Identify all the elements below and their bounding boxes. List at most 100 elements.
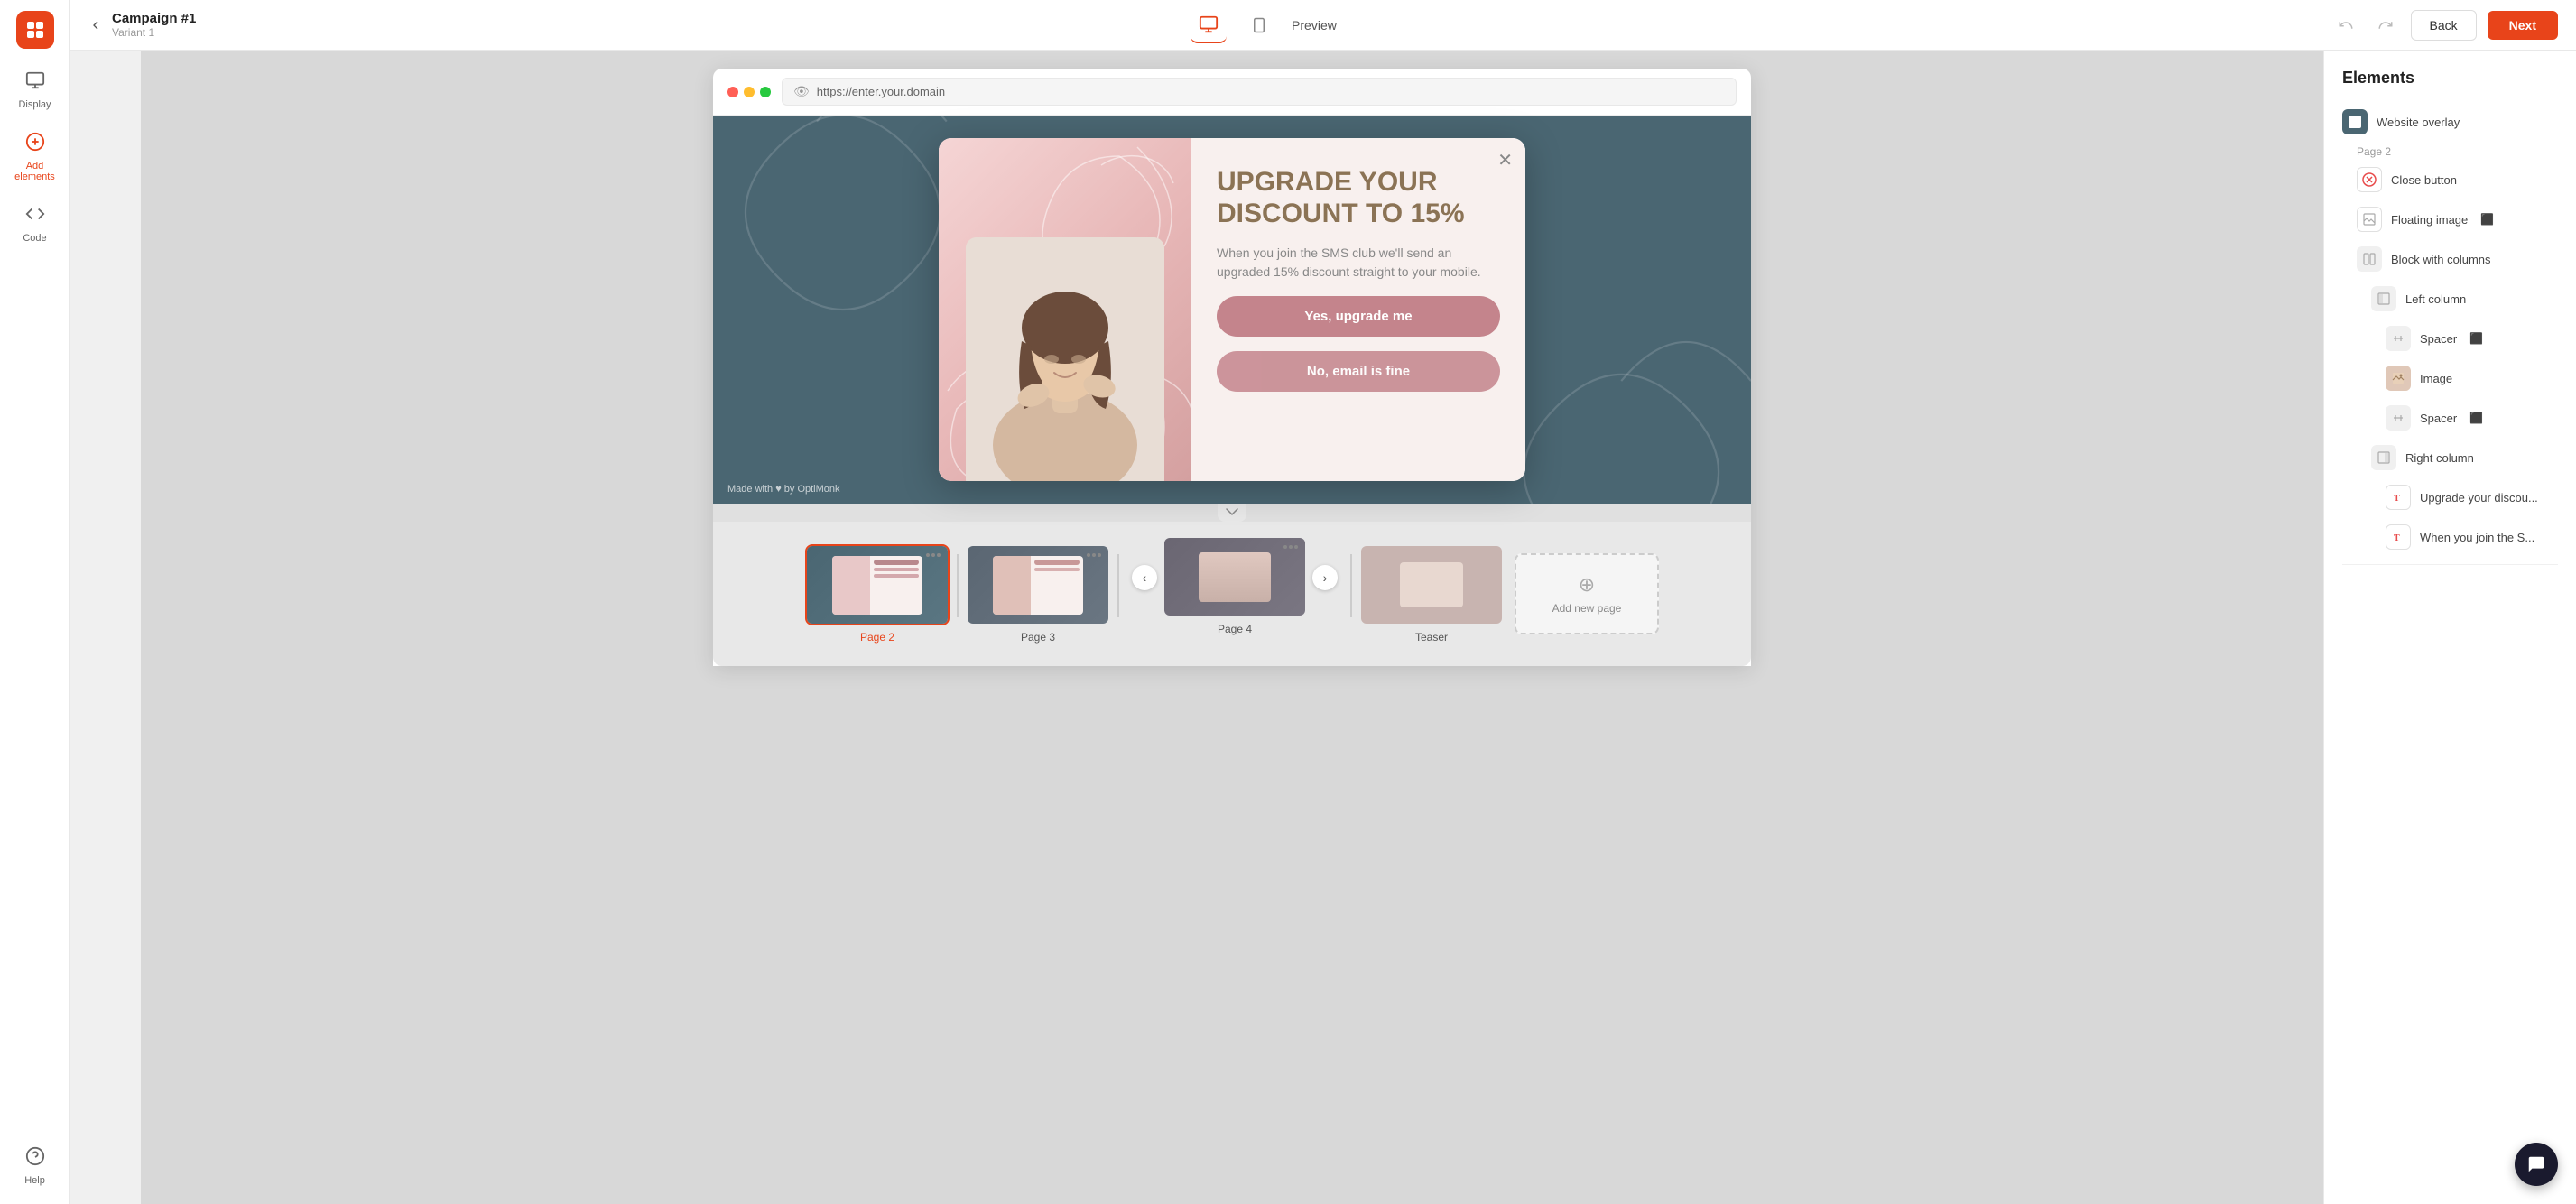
chat-bubble-button[interactable] — [2515, 1143, 2558, 1186]
page-divider-2 — [1117, 554, 1119, 617]
popup-overlay: ✕ UPGRADE YOUR DISCOUNT TO 15% When you … — [713, 116, 1751, 504]
close-button-icon — [2357, 167, 2382, 192]
spacer-2-label: Spacer — [2420, 412, 2457, 425]
desktop-device-btn[interactable] — [1191, 7, 1227, 43]
svg-text:T: T — [2394, 533, 2400, 543]
image-icon — [2386, 366, 2411, 391]
left-sidebar: Display Add elements Code Help — [0, 0, 70, 1204]
floating-image-icon — [2357, 207, 2382, 232]
popup-left — [939, 138, 1191, 481]
website-overlay-label: Website overlay — [2377, 116, 2460, 129]
right-panel: Elements Website overlay Page 2 Close bu… — [2323, 51, 2576, 1204]
element-close-button[interactable]: Close button — [2324, 160, 2576, 199]
panel-divider — [2342, 564, 2558, 565]
dot-red — [727, 87, 738, 97]
element-block-2-columns[interactable]: Block with columns — [2324, 239, 2576, 279]
browser-dots — [727, 87, 771, 97]
element-upgrade-text[interactable]: T Upgrade your discou... — [2324, 477, 2576, 517]
popup-subtext: When you join the SMS club we'll send an… — [1217, 244, 1500, 282]
upgrade-text-icon: T — [2386, 485, 2411, 510]
add-page-label: Add new page — [1552, 602, 1622, 615]
add-elements-icon — [25, 132, 45, 157]
dot-green — [760, 87, 771, 97]
floating-image-device-icon: ⬛ — [2480, 213, 2494, 226]
browser-address-bar[interactable]: 👁 https://enter.your.domain — [782, 78, 1737, 106]
element-when-text[interactable]: T When you join the S... — [2324, 517, 2576, 557]
popup-heading: UPGRADE YOUR DISCOUNT TO 15% — [1217, 167, 1500, 229]
element-spacer-1[interactable]: Spacer ⬛ — [2324, 319, 2576, 358]
left-column-label: Left column — [2405, 292, 2466, 306]
model-svg — [966, 237, 1164, 481]
code-label: Code — [23, 233, 46, 244]
page-2-section-label: Page 2 — [2324, 142, 2576, 160]
dot-yellow — [744, 87, 755, 97]
popup-close-button[interactable]: ✕ — [1497, 149, 1513, 171]
add-elements-label: Add elements — [12, 161, 59, 182]
collapse-button[interactable] — [1218, 504, 1246, 522]
element-left-column[interactable]: Left column — [2324, 279, 2576, 319]
when-text-icon: T — [2386, 524, 2411, 550]
watermark: Made with ♥ by OptiMonk — [727, 484, 840, 495]
page-divider-1 — [957, 554, 959, 617]
redo-button[interactable] — [2371, 11, 2400, 40]
popup-right: ✕ UPGRADE YOUR DISCOUNT TO 15% When you … — [1191, 138, 1525, 481]
block-2-columns-label: Block with columns — [2391, 253, 2491, 266]
sidebar-item-add-elements[interactable]: Add elements — [6, 125, 64, 190]
page-2-thumb[interactable] — [805, 544, 950, 625]
browser-toolbar: 👁 https://enter.your.domain — [713, 69, 1751, 116]
page-divider-3 — [1350, 554, 1352, 617]
website-content: ✕ UPGRADE YOUR DISCOUNT TO 15% When you … — [713, 116, 1751, 504]
spacer-1-device-icon: ⬛ — [2469, 332, 2483, 345]
model-image — [966, 237, 1164, 481]
page-4-prev-btn[interactable]: ‹ — [1132, 565, 1157, 590]
undo-button[interactable] — [2331, 11, 2360, 40]
page-3-thumb[interactable] — [966, 544, 1110, 625]
page-2-label: Page 2 — [860, 631, 894, 644]
svg-text:T: T — [2394, 494, 2400, 504]
sidebar-item-code[interactable]: Code — [6, 197, 64, 251]
page-2-wrapper: Page 2 — [805, 544, 950, 644]
add-page-button[interactable]: ⊕ Add new page — [1515, 553, 1659, 634]
spacer-2-icon — [2386, 405, 2411, 431]
help-icon — [25, 1146, 45, 1172]
eye-icon: 👁 — [793, 84, 810, 99]
page-thumbnails: Page 2 — [713, 522, 1751, 666]
back-nav[interactable] — [88, 18, 103, 32]
sidebar-item-display[interactable]: Display — [6, 63, 64, 117]
popup: ✕ UPGRADE YOUR DISCOUNT TO 15% When you … — [939, 138, 1525, 481]
page-4-label: Page 4 — [1218, 623, 1252, 635]
popup-secondary-button[interactable]: No, email is fine — [1217, 351, 1500, 392]
page-3-label: Page 3 — [1021, 631, 1055, 644]
campaign-info: Campaign #1 Variant 1 — [112, 11, 196, 39]
mobile-device-btn[interactable] — [1241, 7, 1277, 43]
campaign-variant: Variant 1 — [112, 26, 196, 39]
page-4-thumb[interactable] — [1163, 536, 1307, 617]
back-button[interactable]: Back — [2411, 10, 2477, 41]
sidebar-item-help[interactable]: Help — [6, 1139, 64, 1193]
thumb-dots-4 — [1283, 545, 1298, 549]
element-website-overlay[interactable]: Website overlay — [2324, 102, 2576, 142]
page-4-next-btn[interactable]: › — [1312, 565, 1338, 590]
panel-title: Elements — [2324, 69, 2576, 102]
image-label: Image — [2420, 372, 2452, 385]
display-label: Display — [18, 99, 51, 110]
upgrade-text-label: Upgrade your discou... — [2420, 491, 2538, 505]
display-icon — [25, 70, 45, 96]
teaser-wrapper: Teaser — [1359, 544, 1504, 644]
next-button[interactable]: Next — [2488, 11, 2558, 40]
element-spacer-2[interactable]: Spacer ⬛ — [2324, 398, 2576, 438]
spacer-1-icon — [2386, 326, 2411, 351]
element-right-column[interactable]: Right column — [2324, 438, 2576, 477]
app-logo[interactable] — [16, 11, 54, 49]
when-text-label: When you join the S... — [2420, 531, 2534, 544]
teaser-thumb[interactable] — [1359, 544, 1504, 625]
spacer-2-device-icon: ⬛ — [2469, 412, 2483, 424]
popup-primary-button[interactable]: Yes, upgrade me — [1217, 296, 1500, 337]
preview-area: 👁 https://enter.your.domain — [141, 51, 2323, 1204]
element-floating-image[interactable]: Floating image ⬛ — [2324, 199, 2576, 239]
address-text: https://enter.your.domain — [817, 85, 945, 98]
element-image[interactable]: Image — [2324, 358, 2576, 398]
floating-image-label: Floating image — [2391, 213, 2468, 227]
page-3-wrapper: Page 3 — [966, 544, 1110, 644]
thumb-dots-3 — [1087, 553, 1101, 557]
